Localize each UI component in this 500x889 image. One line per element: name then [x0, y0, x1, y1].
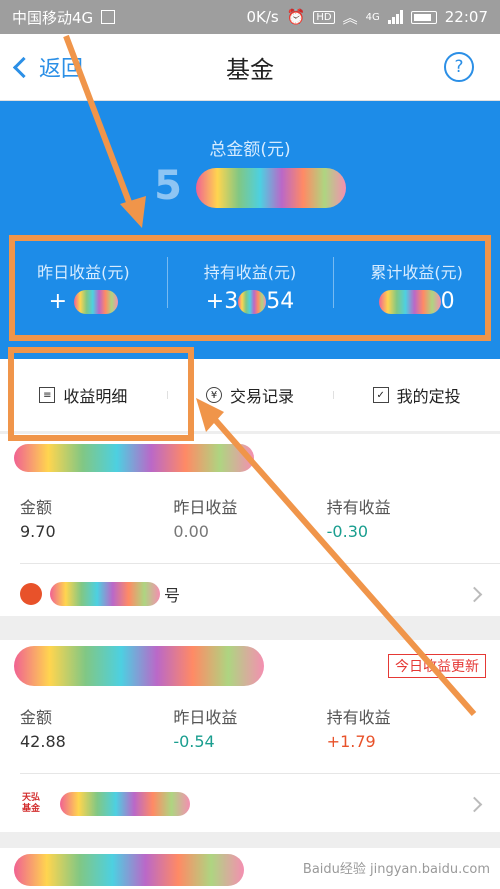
- earnings-metrics: 昨日收益(元) + 持有收益(元) +3 54 累计收益(元) 0: [0, 247, 500, 314]
- back-label: 返回: [39, 57, 84, 82]
- total-amount-value: 5: [0, 163, 500, 209]
- help-icon: ?: [454, 57, 464, 77]
- total-amount-label: 总金额(元): [209, 140, 291, 160]
- carrier-label: 中国移动4G: [12, 8, 94, 27]
- redacted-mask: [378, 290, 441, 314]
- tab-bar: ≡ 收益明细 ¥ 交易记录 ✓ 我的定投: [0, 359, 500, 431]
- tab-earnings-detail[interactable]: ≡ 收益明细: [0, 383, 167, 407]
- fund-name-redacted: [14, 444, 254, 472]
- calendar-icon: ✓: [372, 387, 389, 403]
- redacted-mask: [50, 582, 160, 606]
- redacted-mask: [195, 168, 346, 208]
- watermark: Baidu经验 jingyan.baidu.com: [302, 862, 490, 877]
- metric-cumulative[interactable]: 累计收益(元) 0: [333, 247, 500, 314]
- redacted-mask: [60, 792, 190, 816]
- redacted-mask: [74, 290, 119, 314]
- back-button[interactable]: 返回: [12, 51, 84, 83]
- help-button[interactable]: ?: [444, 52, 474, 82]
- document-icon: ≡: [39, 387, 56, 403]
- status-bar: 中国移动4G 0K/s ⏰ HD ︽ 4G 22:07: [0, 0, 500, 34]
- nav-bar: 返回 基金 ?: [0, 34, 500, 101]
- fund-company-row[interactable]: 号: [0, 564, 500, 624]
- chevron-right-icon: [466, 796, 483, 812]
- tab-transaction-records[interactable]: ¥ 交易记录: [166, 383, 334, 407]
- fund-name-redacted: [14, 646, 264, 686]
- chevron-right-icon: [466, 586, 483, 602]
- chevron-left-icon: [12, 56, 35, 78]
- fund-company-logo: [20, 583, 42, 605]
- redacted-mask: [238, 290, 267, 314]
- alarm-icon: ⏰: [286, 8, 306, 26]
- clock: 22:07: [444, 8, 488, 26]
- earnings-updated-badge: 今日收益更新: [388, 654, 486, 678]
- yen-icon: ¥: [206, 387, 222, 403]
- network-type: 4G: [365, 11, 380, 23]
- hd-badge: HD: [313, 10, 335, 24]
- fund-card[interactable]: 今日收益更新 金额 42.88 昨日收益 -0.54 持有收益 +1.79 天弘…: [0, 640, 500, 832]
- network-speed: 0K/s: [246, 8, 279, 26]
- fund-name-redacted: [14, 854, 244, 886]
- image-icon: [101, 10, 116, 24]
- fund-company-row[interactable]: 天弘基金: [0, 774, 500, 834]
- summary-panel: 总金额(元) 5 昨日收益(元) + 持有收益(元) +3 54 累计收益(元) …: [0, 101, 500, 359]
- fund-card[interactable]: 金额 9.70 昨日收益 0.00 持有收益 -0.30 号: [0, 434, 500, 616]
- wifi-icon: ︽: [342, 8, 358, 27]
- fund-card[interactable]: Baidu经验 jingyan.baidu.com: [0, 848, 500, 889]
- signal-icon: [387, 10, 403, 24]
- tab-my-auto-invest[interactable]: ✓ 我的定投: [333, 383, 500, 407]
- metric-yesterday[interactable]: 昨日收益(元) +: [0, 247, 167, 314]
- metric-holding[interactable]: 持有收益(元) +3 54: [166, 247, 334, 314]
- battery-icon: [410, 10, 437, 24]
- fund-company-logo: 天弘基金: [20, 793, 42, 815]
